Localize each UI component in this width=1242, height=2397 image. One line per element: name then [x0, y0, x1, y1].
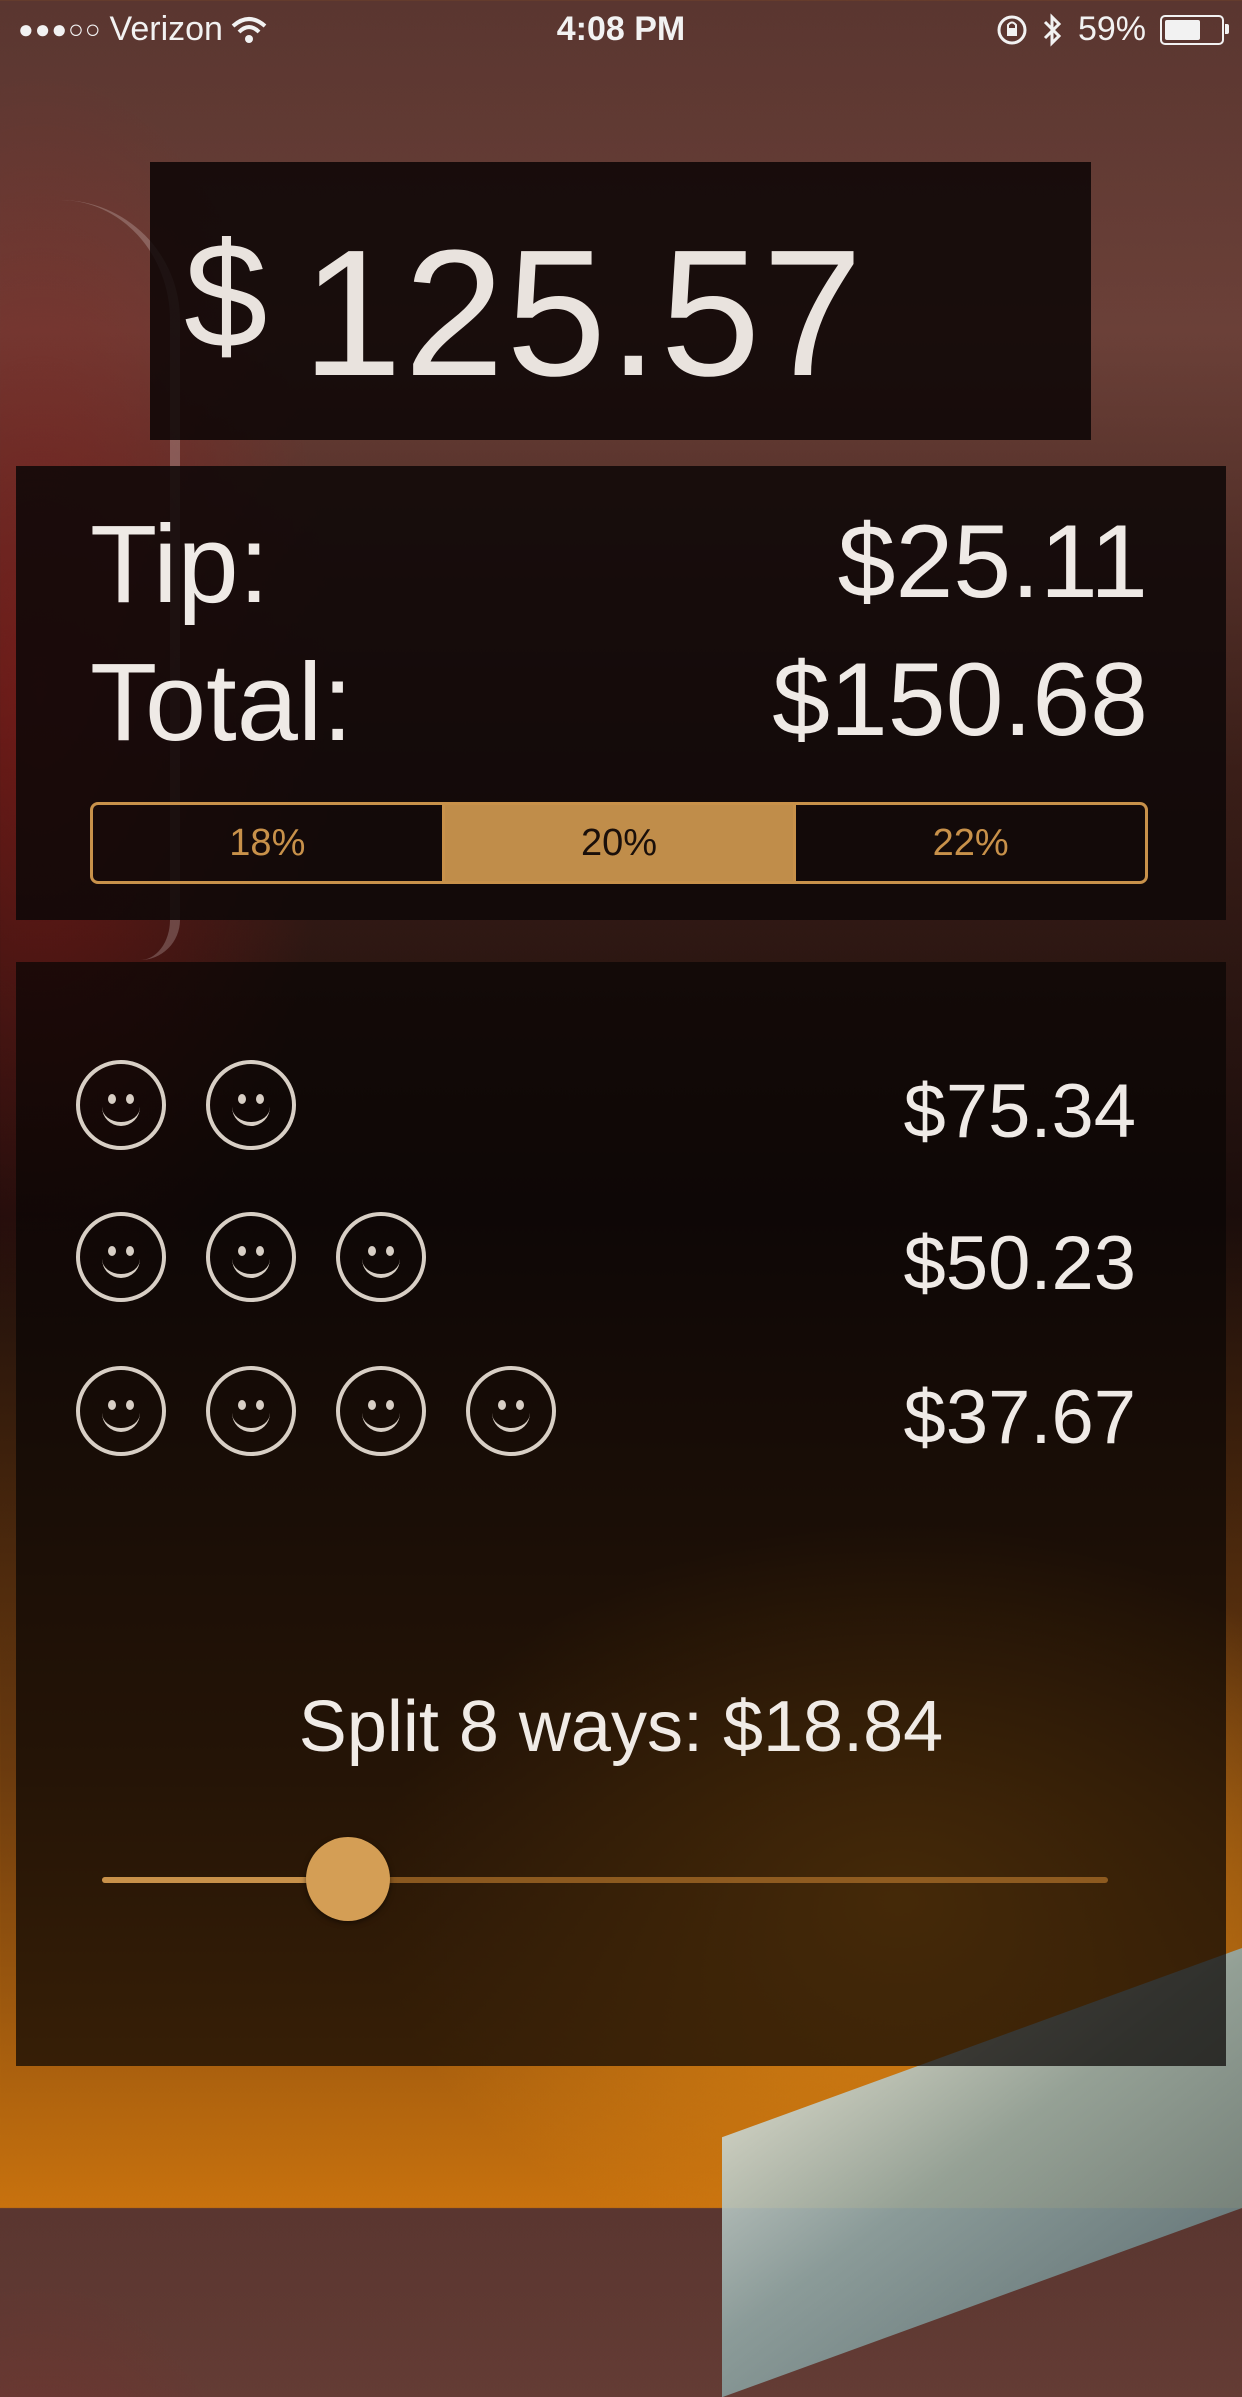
split-row-4-people: $37.67: [76, 1366, 1136, 1466]
battery-level: [1165, 19, 1201, 40]
tip-option-18[interactable]: 18%: [93, 805, 442, 881]
people-icons: [76, 1060, 296, 1150]
smiley-face-icon: [76, 1060, 166, 1150]
smiley-face-icon: [466, 1366, 556, 1456]
split-amount: $75.34: [903, 1069, 1136, 1154]
tip-value: $25.11: [837, 504, 1148, 620]
battery-percent: 59%: [1077, 10, 1146, 48]
tip-label: Tip:: [90, 503, 270, 626]
battery-icon: [1160, 14, 1229, 45]
split-row-3-people: $50.23: [76, 1212, 1136, 1312]
split-row-2-people: $75.34: [76, 1060, 1136, 1160]
bill-amount-field[interactable]: $ 125.57: [150, 162, 1091, 440]
total-label: Total:: [90, 641, 353, 764]
smiley-face-icon: [336, 1212, 426, 1302]
people-icons: [76, 1212, 426, 1302]
smiley-face-icon: [76, 1366, 166, 1456]
people-icons: [76, 1366, 556, 1456]
smiley-face-icon: [206, 1212, 296, 1302]
currency-symbol: $: [184, 211, 268, 379]
tip-option-20[interactable]: 20%: [441, 805, 794, 881]
smiley-face-icon: [206, 1366, 296, 1456]
tip-summary-panel: Tip: $25.11 Total: $150.68 18% 20% 22%: [16, 466, 1226, 920]
bluetooth-icon: [1043, 12, 1062, 47]
smiley-face-icon: [336, 1366, 426, 1456]
tip-option-22[interactable]: 22%: [793, 805, 1145, 881]
split-amount: $37.67: [903, 1375, 1136, 1460]
total-value: $150.68: [772, 642, 1148, 758]
status-right: 59%: [996, 10, 1229, 49]
bill-amount-value: 125.57: [302, 213, 865, 414]
smiley-face-icon: [206, 1060, 296, 1150]
split-slider-track[interactable]: [102, 1877, 1108, 1883]
split-slider-thumb[interactable]: [306, 1837, 390, 1921]
tip-percentage-selector[interactable]: 18% 20% 22%: [90, 802, 1148, 884]
split-ways-label: Split 8 ways: $18.84: [298, 1687, 944, 1767]
status-bar: ●●●○○ Verizon 4:08 PM 59%: [0, 0, 1242, 60]
split-amount: $50.23: [903, 1221, 1136, 1306]
smiley-face-icon: [76, 1212, 166, 1302]
rotation-lock-icon: [997, 15, 1027, 44]
split-panel: $75.34 $50.23 $37.67 Split 8 ways: $18.8…: [16, 962, 1226, 2066]
